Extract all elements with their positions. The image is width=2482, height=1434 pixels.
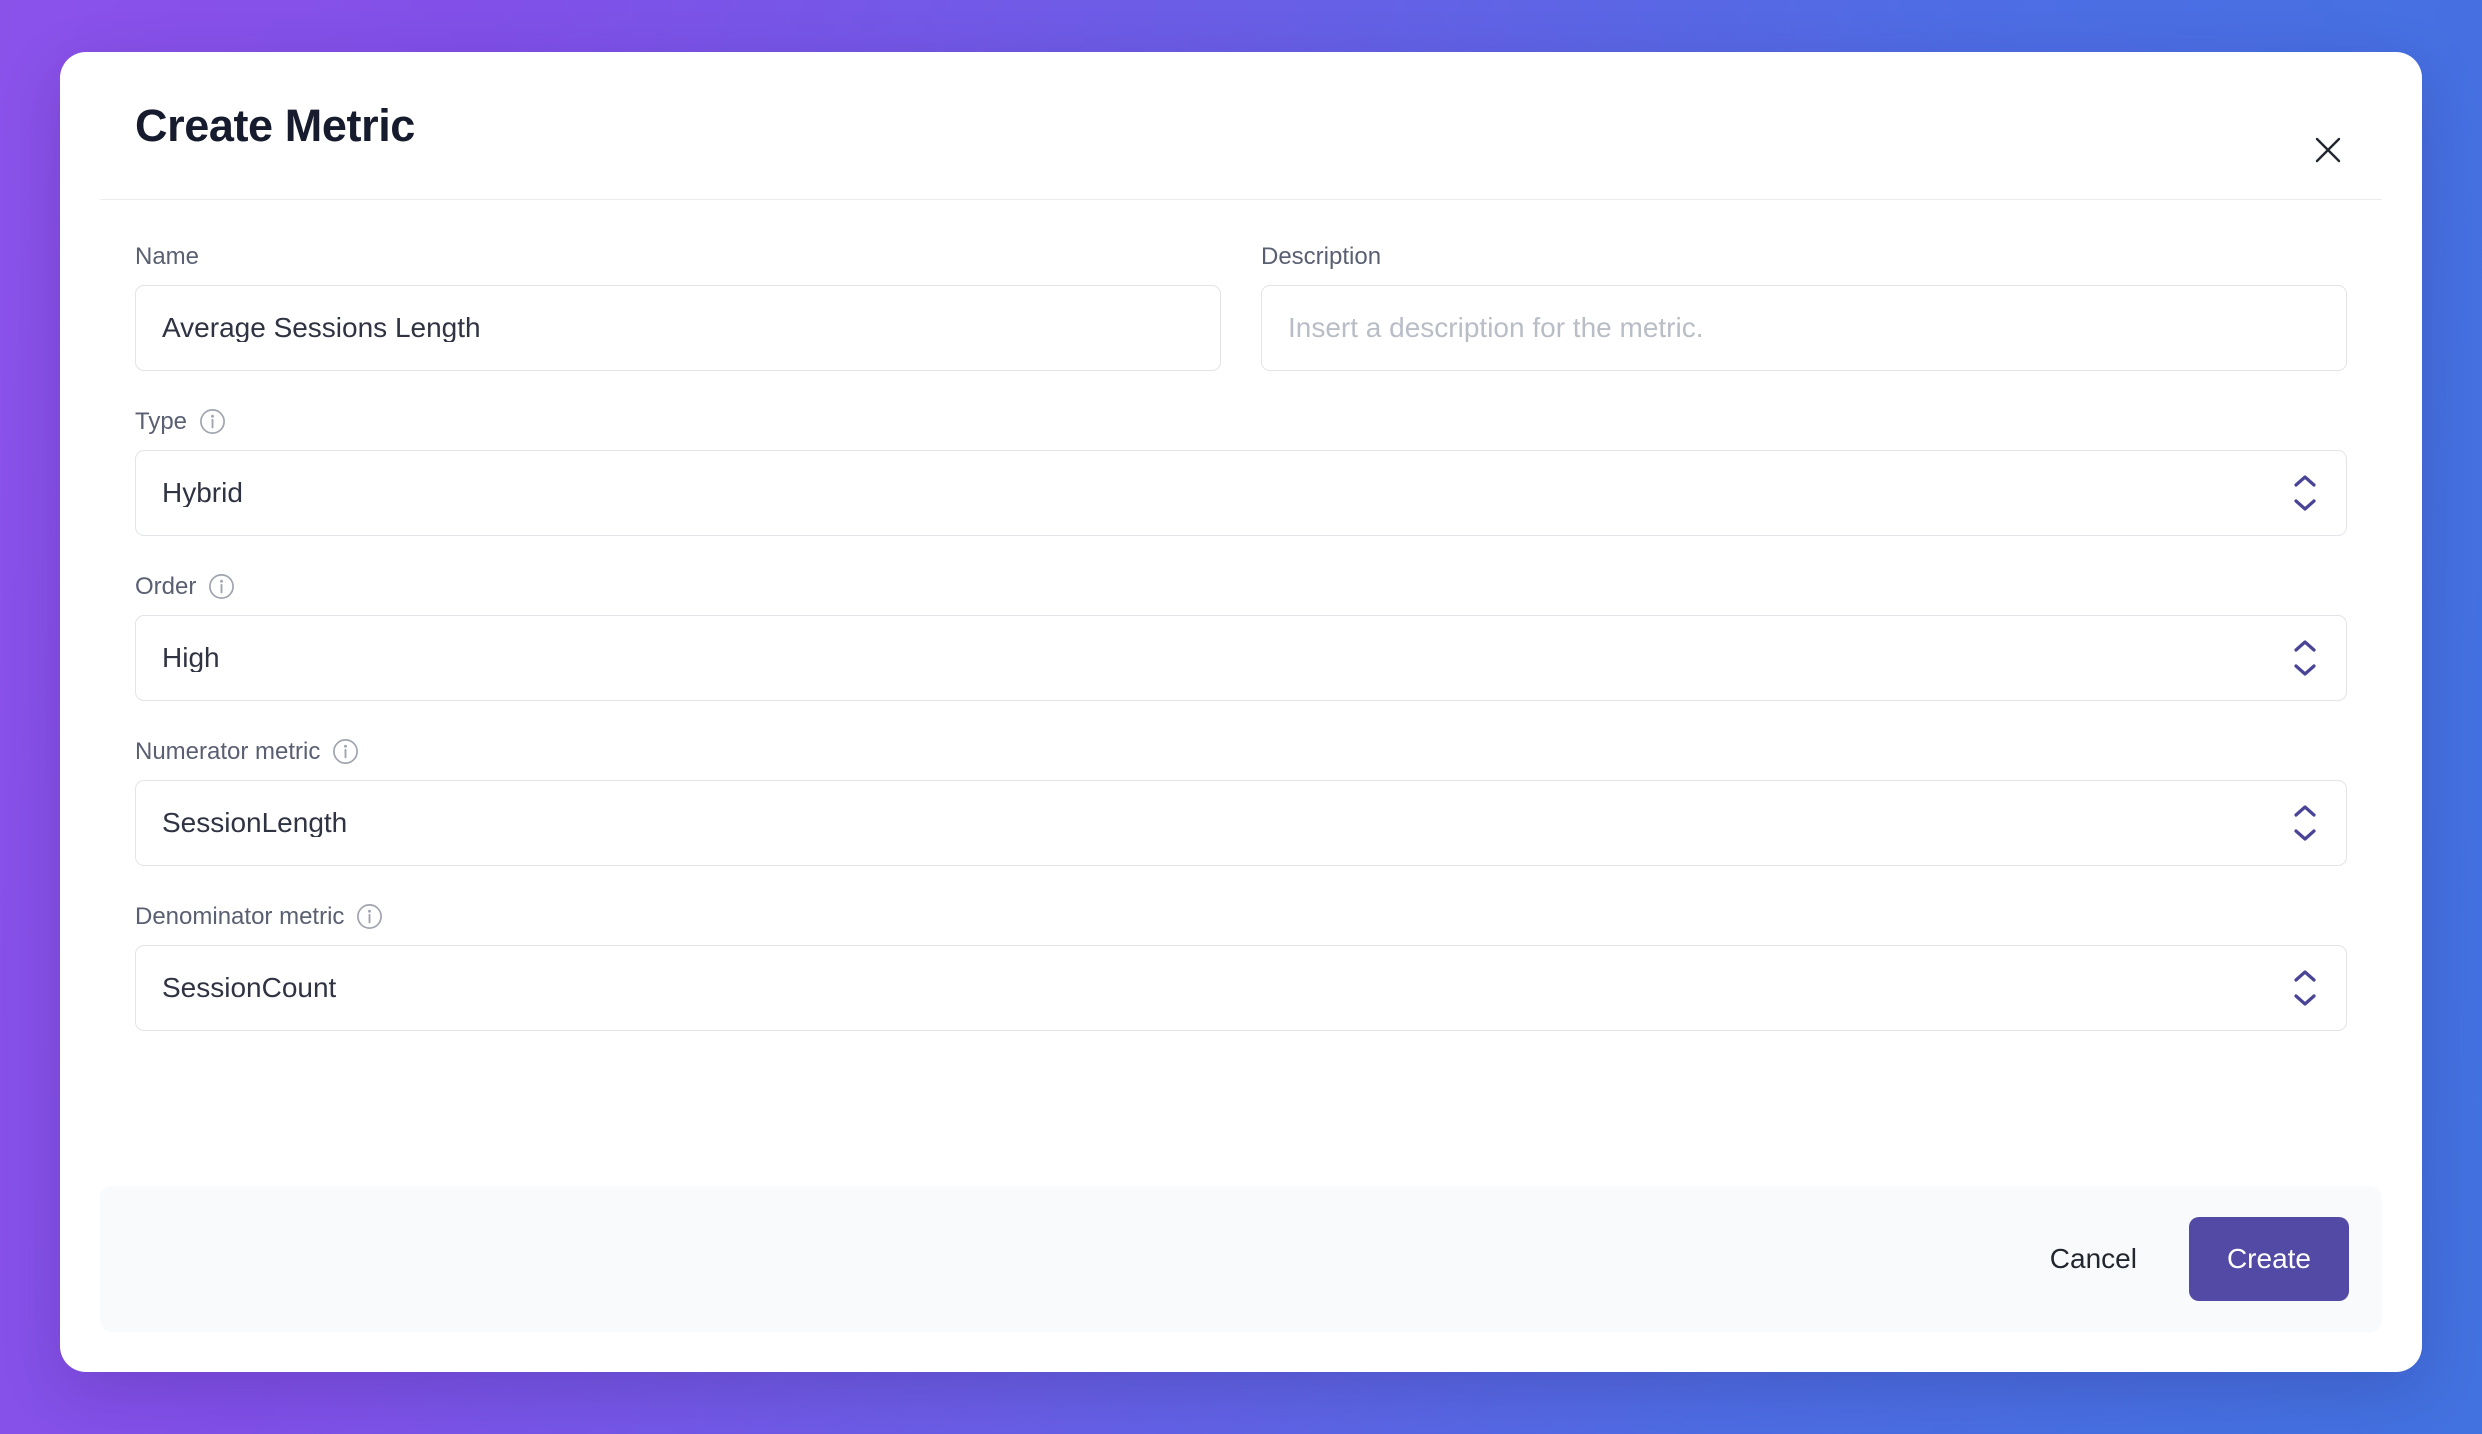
name-description-row: Name Average Sessions Length Description… bbox=[135, 243, 2347, 408]
order-label-group: Order bbox=[135, 573, 2347, 600]
chevron-up-icon bbox=[2294, 640, 2316, 652]
type-select[interactable]: Hybrid bbox=[135, 450, 2347, 537]
chevron-up-down-icon bbox=[2292, 474, 2318, 512]
field-denominator-metric: Denominator metric SessionCount bbox=[135, 903, 2347, 1032]
denominator-metric-select[interactable]: SessionCount bbox=[135, 945, 2347, 1032]
create-metric-dialog: Create Metric Name Average Sessions Leng… bbox=[60, 52, 2422, 1372]
field-order: Order High bbox=[135, 573, 2347, 702]
description-input[interactable]: Insert a description for the metric. bbox=[1261, 285, 2347, 372]
order-label: Order bbox=[135, 572, 197, 600]
chevron-down-icon bbox=[2294, 499, 2316, 511]
close-icon[interactable] bbox=[2300, 122, 2356, 178]
description-input-placeholder: Insert a description for the metric. bbox=[1288, 314, 1704, 343]
order-select-value: High bbox=[162, 644, 220, 673]
info-icon[interactable] bbox=[199, 408, 226, 435]
field-type: Type Hybrid bbox=[135, 408, 2347, 537]
chevron-up-icon bbox=[2294, 970, 2316, 982]
name-input-value: Average Sessions Length bbox=[162, 314, 481, 343]
info-icon-glyph bbox=[200, 409, 225, 435]
info-icon[interactable] bbox=[208, 573, 235, 600]
field-name: Name Average Sessions Length bbox=[135, 243, 1221, 372]
chevron-down-icon bbox=[2294, 664, 2316, 676]
dialog-header: Create Metric bbox=[60, 52, 2422, 199]
dialog-footer: Cancel Create bbox=[100, 1186, 2382, 1332]
description-label-group: Description bbox=[1261, 243, 2347, 270]
type-label-group: Type bbox=[135, 408, 2347, 435]
numerator-metric-select[interactable]: SessionLength bbox=[135, 780, 2347, 867]
dialog-footer-wrap: Cancel Create bbox=[60, 1186, 2422, 1372]
name-label: Name bbox=[135, 243, 200, 270]
create-button[interactable]: Create bbox=[2188, 1217, 2349, 1301]
chevron-down-icon bbox=[2294, 829, 2316, 841]
info-icon[interactable] bbox=[332, 738, 359, 765]
dialog-body: Name Average Sessions Length Description… bbox=[60, 200, 2422, 1186]
page-title: Create Metric bbox=[135, 100, 415, 151]
name-input[interactable]: Average Sessions Length bbox=[135, 285, 1221, 372]
info-icon-glyph bbox=[333, 739, 359, 765]
description-label: Description bbox=[1261, 243, 1382, 270]
info-icon-glyph bbox=[357, 904, 383, 930]
info-icon[interactable] bbox=[356, 903, 383, 930]
chevron-up-down-icon bbox=[2292, 969, 2318, 1007]
type-select-value: Hybrid bbox=[162, 479, 243, 508]
info-icon-glyph bbox=[209, 574, 235, 600]
chevron-up-down-icon bbox=[2292, 804, 2318, 842]
chevron-up-down-icon bbox=[2292, 639, 2318, 677]
numerator-label-group: Numerator metric bbox=[135, 738, 2347, 765]
order-select[interactable]: High bbox=[135, 615, 2347, 702]
numerator-label: Numerator metric bbox=[135, 737, 321, 765]
denominator-label: Denominator metric bbox=[135, 902, 345, 930]
chevron-up-icon bbox=[2294, 805, 2316, 817]
field-description: Description Insert a description for the… bbox=[1261, 243, 2347, 372]
denominator-metric-value: SessionCount bbox=[162, 974, 337, 1003]
chevron-up-icon bbox=[2294, 475, 2316, 487]
cancel-button[interactable]: Cancel bbox=[2028, 1225, 2159, 1293]
field-numerator-metric: Numerator metric SessionLength bbox=[135, 738, 2347, 867]
type-label: Type bbox=[135, 407, 188, 435]
chevron-down-icon bbox=[2294, 994, 2316, 1006]
numerator-metric-value: SessionLength bbox=[162, 809, 348, 838]
denominator-label-group: Denominator metric bbox=[135, 903, 2347, 930]
close-icon-glyph bbox=[2315, 137, 2341, 163]
name-label-group: Name bbox=[135, 243, 1221, 270]
